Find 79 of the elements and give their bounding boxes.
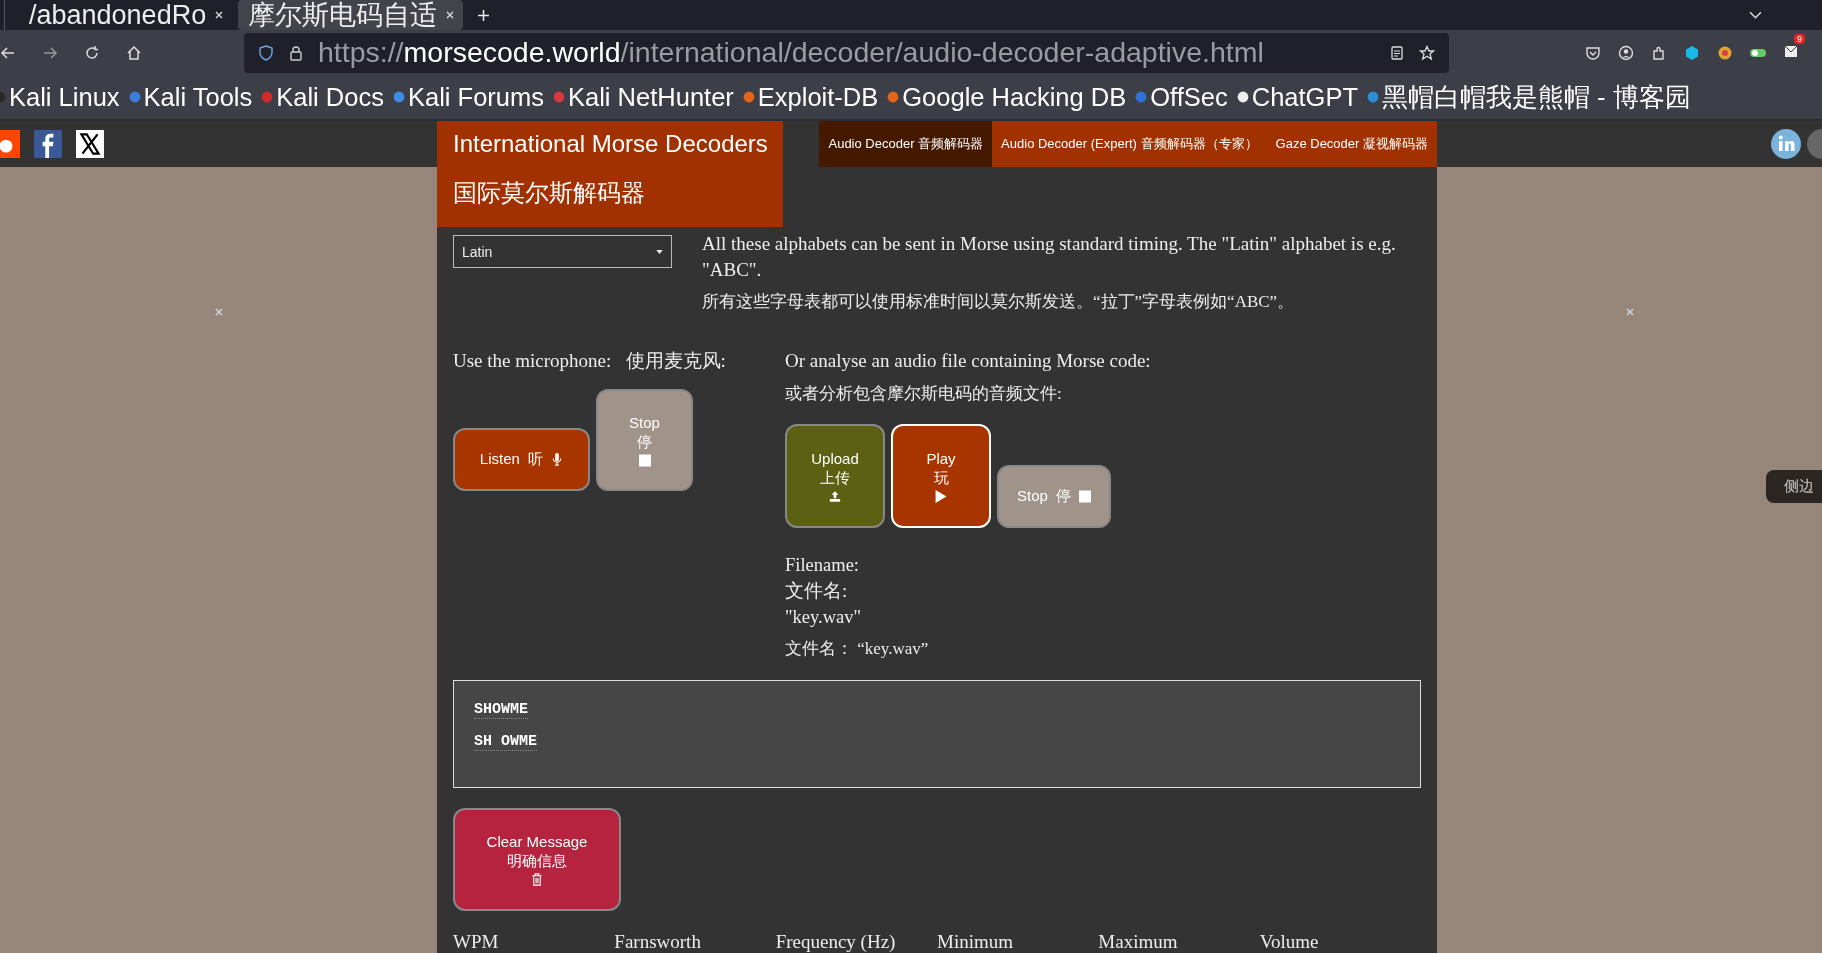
site-icon [1135,91,1148,104]
decoded-text: SH OWME [474,733,537,751]
address-bar[interactable]: https://morsecode.world/international/decoder/audio-decoder-adaptive.html [244,32,1449,73]
cube-icon[interactable] [1683,44,1701,61]
site-icon [887,91,900,104]
setting-label: Frequency (Hz) [775,931,897,953]
alphabet-description: 所有这些字母表都可以使用标准时间以莫尔斯发送。“拉丁”字母表例如“ABC”。 [702,291,1296,313]
filename-text: 文件名: [785,580,849,603]
bookmark-link[interactable]: Kali Linux [0,82,120,112]
account-icon[interactable] [1617,44,1635,61]
close-icon[interactable] [445,10,456,20]
site-icon [392,91,405,104]
nav-link[interactable]: Gaze Decoder 凝视解码器 [1266,121,1437,167]
facebook-icon[interactable] [34,130,62,158]
site-title[interactable]: International Morse Decoders 国际莫尔斯解码器 [437,121,783,227]
file-label: Or analyse an audio file containing Morse code: [785,349,1152,373]
lock-icon [288,44,304,61]
play-button[interactable]: Play 玩 [891,424,991,528]
chevron-down-icon[interactable] [1749,10,1762,20]
nav-link[interactable]: Audio Decoder 音频解码器 [819,121,993,167]
play-icon [935,489,947,503]
microphone-label: Use the microphone: 使用麦克风: [453,349,727,373]
filename-text: Filename: [785,554,860,577]
url-text: https://morsecode.world/international/decoder/audio-decoder-adaptive.html [318,36,1264,70]
bookmark-link[interactable]: 黑帽白帽我是熊帽 - 博客园 [1367,79,1691,115]
shield-icon[interactable] [258,44,274,61]
broken-image-icon [1624,307,1635,317]
extension-icon[interactable] [1716,44,1734,61]
site-icon [553,91,565,104]
filename-text: "key.wav" [785,606,863,629]
bookmark-link[interactable]: Exploit-DB [742,82,879,112]
notification-badge: 9 [1794,33,1805,44]
alphabet-description: All these alphabets can be sent in Morse using standard timing. The "Latin" alphabet is e.g. "ABC". [702,232,1397,282]
trash-icon [531,873,543,886]
setting-label: Farnsworth [614,931,702,953]
microphone-icon [551,453,564,466]
file-label: 或者分析包含摩尔斯电码的音频文件: [785,383,1063,405]
home-icon[interactable] [126,44,142,61]
setting-label: Minimum [937,931,1014,953]
site-icon [261,91,274,104]
reddit-icon[interactable] [0,130,20,158]
bookmark-link[interactable]: Kali NetHunter [553,82,734,112]
bookmark-link[interactable]: Kali Forums [392,82,544,112]
broken-image-icon [213,307,224,317]
linkedin-icon[interactable] [1771,129,1801,159]
site-icon [742,91,755,104]
bookmark-link[interactable]: ChatGPT [1236,82,1358,112]
stop-icon [638,453,651,467]
site-icon [128,91,141,104]
setting-label: WPM [453,931,500,953]
stop-icon [1079,490,1092,503]
reload-icon[interactable] [84,44,100,61]
decoded-text: SHOWME [474,701,528,719]
site-icon [1236,91,1249,104]
nav-link[interactable]: Audio Decoder (Expert) 音频解码器（专家） [992,121,1267,167]
caret-icon [656,249,663,254]
forward-icon[interactable] [42,44,58,61]
back-icon[interactable] [0,44,16,61]
reader-view-icon[interactable] [1389,44,1405,61]
upload-icon [829,489,841,503]
sidebar-tab[interactable]: 侧边 [1766,470,1822,503]
browser-tab[interactable]: 摩尔斯电码自适 [238,0,464,30]
alphabet-select[interactable]: Latin [453,235,672,268]
bookmark-link[interactable]: OffSec [1135,82,1228,112]
x-logo-icon[interactable] [76,130,104,158]
listen-button[interactable]: Listen 听 [453,428,590,491]
bookmark-link[interactable]: Kali Tools [128,82,253,112]
close-icon[interactable] [214,10,225,20]
clear-message-button[interactable]: Clear Message 明确信息 [453,808,621,911]
bookmark-link[interactable]: Kali Docs [261,82,384,112]
pocket-icon[interactable] [1584,44,1602,61]
bookmark-link[interactable]: Google Hacking DB [887,82,1127,112]
filename-text: 文件名： “key.wav” [785,638,930,660]
upload-button[interactable]: Upload 上传 [785,424,885,528]
star-icon[interactable] [1419,44,1435,61]
setting-label: Maximum [1098,931,1179,953]
site-icon [1367,91,1379,104]
setting-label: Volume [1259,931,1320,953]
new-tab-icon[interactable] [477,8,491,22]
